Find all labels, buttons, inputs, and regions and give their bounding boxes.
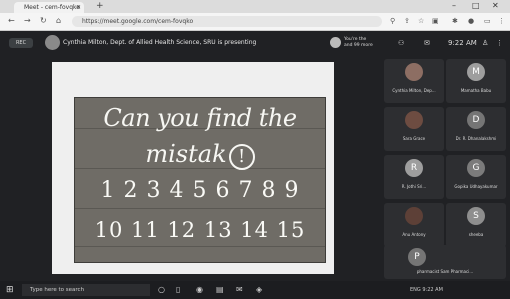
participant-tile[interactable]: S sheeba (446, 203, 506, 247)
browser-tab-strip: Meet - cem-fovqko ✕ + – □ ✕ (0, 0, 510, 13)
participant-name: Gopika Udhayakumar (454, 184, 498, 189)
minimize-icon[interactable]: – (452, 1, 456, 10)
address-bar[interactable]: https://meet.google.com/cem-fovqko (72, 16, 382, 27)
back-icon[interactable]: ← (8, 16, 15, 25)
people-icon[interactable]: ⚇ (398, 39, 404, 47)
app-icon[interactable]: ◈ (256, 285, 262, 294)
participant-avatar: M (467, 63, 485, 81)
recording-badge: REC (9, 38, 33, 48)
participant-name: Cynthia Milton, Dep... (392, 88, 436, 93)
participant-avatar: R (405, 159, 423, 177)
circled-exclamation: ! (228, 144, 255, 170)
windows-start-icon[interactable]: ⊞ (6, 285, 14, 295)
participant-avatar: G (467, 159, 485, 177)
more-options-icon[interactable]: ⋮ (496, 39, 503, 47)
participant-tile[interactable]: D Dr. R. Dhanalakshmi (446, 107, 506, 151)
wood-grain-line (75, 246, 325, 247)
slide-numbers-row2: 10 11 12 13 14 15 (94, 218, 306, 242)
participant-name: pharmacist Sam Pharmaci... (416, 269, 474, 274)
share-icon[interactable]: ⇪ (404, 17, 410, 25)
task-view-icon[interactable]: ▯ (176, 285, 180, 294)
chat-icon[interactable]: ✉ (424, 39, 430, 47)
cortana-icon[interactable]: ○ (158, 285, 165, 294)
participant-name: R. Jothi Sri... (401, 184, 427, 189)
bookmark-icon[interactable]: ▭ (484, 17, 491, 25)
system-tray: ENG 9:22 AM (410, 287, 443, 293)
forward-icon[interactable]: → (24, 16, 31, 25)
participant-avatar (405, 111, 423, 129)
taskbar-search-input[interactable]: Type here to search (22, 284, 150, 296)
windows-taskbar: ⊞ Type here to search ○ ▯ ◉ ▤ ✉ ◈ ENG 9:… (0, 281, 510, 299)
presenter-avatar (45, 35, 60, 50)
participant-name: Mamatha Babu (460, 88, 492, 93)
presenting-banner: Cynthia Milton, Dept. of Allied Health S… (63, 39, 257, 46)
participant-tile[interactable]: M Mamatha Babu (446, 59, 506, 103)
tab-close-icon[interactable]: ✕ (76, 2, 81, 13)
participant-avatar (405, 207, 423, 225)
you-presenting-chip[interactable]: You're the and 99 more (330, 36, 388, 50)
new-tab-button[interactable]: + (96, 1, 104, 11)
participant-name: sheeba (468, 232, 484, 237)
tab-title: Meet - cem-fovqko (24, 4, 80, 11)
menu-icon[interactable]: ⋮ (498, 17, 505, 25)
home-icon[interactable]: ⌂ (56, 16, 61, 25)
slide-board: Can you find the mistak! 1 2 3 4 5 6 7 8… (74, 97, 326, 263)
participant-avatar: D (467, 111, 485, 129)
participant-tile[interactable]: R R. Jothi Sri... (384, 155, 444, 199)
wood-grain-line (75, 208, 325, 209)
meeting-time: 9:22 AM (448, 39, 477, 47)
mail-icon[interactable]: ✉ (236, 285, 243, 294)
participant-tile[interactable]: P pharmacist Sam Pharmaci... (384, 245, 506, 279)
participant-name: Anu Antony (402, 232, 426, 237)
reload-icon[interactable]: ↻ (40, 16, 47, 25)
participant-tile[interactable]: Anu Antony (384, 203, 444, 247)
participant-name: Dr. R. Dhanalakshmi (455, 136, 497, 141)
participant-avatar: S (467, 207, 485, 225)
person-icon[interactable]: ♙ (482, 39, 488, 47)
slide-numbers-row1: 1 2 3 4 5 6 7 8 9 (100, 178, 300, 203)
slide-heading-line2: mistak! (75, 140, 325, 170)
star-icon[interactable]: ☆ (418, 17, 424, 25)
chrome-icon[interactable]: ◉ (196, 285, 203, 294)
slide-heading-line1: Can you find the (103, 104, 297, 132)
participant-tile[interactable]: Sara Grace (384, 107, 444, 151)
extensions-icon[interactable]: ✱ (452, 17, 458, 25)
participant-avatar: P (408, 248, 426, 266)
participant-avatar (405, 63, 423, 81)
close-window-icon[interactable]: ✕ (492, 1, 499, 10)
profile-icon[interactable]: ● (468, 17, 474, 25)
browser-toolbar: ← → ↻ ⌂ https://meet.google.com/cem-fovq… (0, 13, 510, 31)
browser-tab[interactable]: Meet - cem-fovqko ✕ (14, 2, 84, 13)
folder-icon[interactable]: ▤ (216, 285, 224, 294)
maximize-icon[interactable]: □ (472, 1, 480, 10)
meet-top-bar: REC Cynthia Milton, Dept. of Allied Heal… (0, 31, 510, 55)
participant-tile[interactable]: G Gopika Udhayakumar (446, 155, 506, 199)
search-icon[interactable]: ⚲ (390, 17, 395, 25)
participant-name: Sara Grace (402, 136, 426, 141)
slide-heading-word: mistak (145, 140, 227, 168)
you-presenting-line2: and 99 more (344, 43, 373, 48)
user-avatar (330, 37, 341, 48)
participants-panel: Cynthia Milton, Dep... M Mamatha Babu Sa… (380, 55, 510, 281)
camera-icon[interactable]: ▣ (432, 17, 439, 25)
participant-tile[interactable]: Cynthia Milton, Dep... (384, 59, 444, 103)
